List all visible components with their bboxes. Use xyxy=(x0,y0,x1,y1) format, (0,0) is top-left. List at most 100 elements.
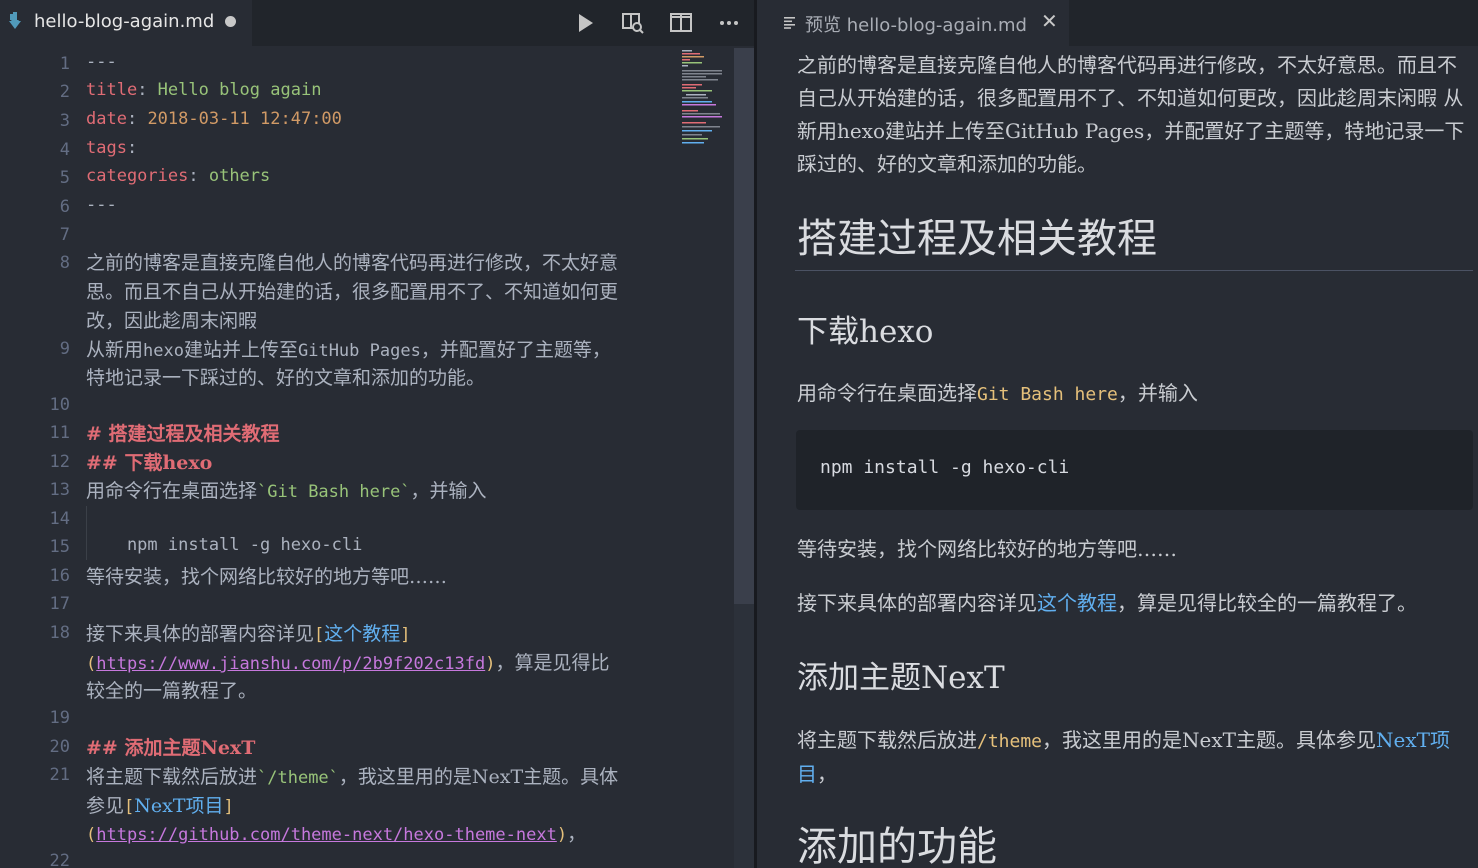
preview-tab-bar: 预览 hello-blog-again.md ✕ xyxy=(757,0,1478,46)
minimap[interactable] xyxy=(680,48,734,148)
frontmatter-delimiter: --- xyxy=(86,52,117,72)
editor-scrollbar[interactable] xyxy=(734,48,754,868)
line-number: 8 xyxy=(59,253,70,273)
text: hexo xyxy=(143,341,184,361)
preview-doc-icon xyxy=(784,17,795,29)
paren: ) xyxy=(556,825,568,845)
code-line-11-heading: # 搭建过程及相关教程 xyxy=(86,423,280,445)
code-line-9a: 从新用hexo建站并上传至GitHub Pages，并配置好了主题等， xyxy=(86,335,611,362)
text: ，并配置好了主题等， xyxy=(420,339,611,361)
frontmatter-value: 2018-03-11 12:47:00 xyxy=(147,109,342,129)
colon: : xyxy=(137,80,158,100)
code-line-1: --- xyxy=(86,52,117,72)
line-number: 21 xyxy=(49,765,70,785)
code-line-18c: 较全的一篇教程了。 xyxy=(86,680,258,702)
inline-code: /theme xyxy=(977,731,1043,752)
line-number: 4 xyxy=(59,140,70,160)
code-line-12-heading: ## 下载hexo xyxy=(86,452,213,474)
editor-scrollbar-thumb[interactable] xyxy=(734,48,754,604)
text: 用命令行在桌面选择 xyxy=(797,381,977,405)
text: 从新用 xyxy=(86,339,144,361)
inline-code: `Git Bash here` xyxy=(257,482,411,502)
preview-paragraph-wait: 等待安装，找个网络比较好的地方等吧…… xyxy=(797,537,1177,561)
link-text[interactable]: NexT项目 xyxy=(134,795,223,817)
editor-tab[interactable]: hello-blog-again.md xyxy=(0,0,252,46)
bracket: ] xyxy=(223,797,234,817)
open-preview-icon[interactable] xyxy=(620,10,646,36)
link-text[interactable]: 这个教程 xyxy=(324,623,400,645)
preview-paragraph-intro: 之前的博客是直接克隆自他人的博客代码再进行修改，不太好意思。而且不自己从开始建的… xyxy=(797,53,1465,176)
text: ， xyxy=(567,823,587,845)
code-line-16: 等待安装，找个网络比较好的地方等吧…… xyxy=(86,566,448,588)
inline-code: Git Bash here xyxy=(977,384,1118,405)
paren: ( xyxy=(86,825,97,845)
text: GitHub Pages xyxy=(297,341,421,361)
line-number: 20 xyxy=(49,737,70,757)
frontmatter-value: others xyxy=(208,166,271,186)
code-line-8a: 之前的博客是直接克隆自他人的博客代码再进行修改，不太好意 xyxy=(86,252,619,274)
link-url[interactable]: https://www.jianshu.com/p/2b9f202c13fd xyxy=(96,654,485,674)
line-number: 1 xyxy=(59,54,70,74)
text: ，并输入 xyxy=(410,480,487,502)
code-line-3: date: 2018-03-11 12:47:00 xyxy=(86,109,342,129)
code-block-text: npm install -g hexo-cli xyxy=(820,457,1070,478)
close-icon[interactable]: ✕ xyxy=(1041,9,1058,33)
code-line-9b: 特地记录一下踩过的、好的文章和添加的功能。 xyxy=(86,367,486,389)
preview-tab-title: 预览 hello-blog-again.md xyxy=(805,15,1027,36)
line-number: 22 xyxy=(49,851,70,868)
preview-paragraph-deploy: 接下来具体的部署内容详见这个教程，算是见得比较全的一篇教程了。 xyxy=(797,587,1473,620)
text: ， xyxy=(817,762,837,786)
code-line-15: npm install -g hexo-cli xyxy=(86,535,363,555)
text: 用命令行在桌面选择 xyxy=(86,480,258,502)
text: ，我这里用的是NexT主题。具体参见 xyxy=(1042,728,1376,752)
line-number: 7 xyxy=(59,225,70,245)
text: ，我这里用的是NexT主题。具体 xyxy=(338,766,619,788)
line-number: 19 xyxy=(49,708,70,728)
code-line-2: title: Hello blog again xyxy=(86,80,321,100)
editor-tab-bar: hello-blog-again.md xyxy=(0,0,756,46)
line-number: 12 xyxy=(49,452,70,472)
line-number: 3 xyxy=(59,111,70,131)
bracket: [ xyxy=(124,797,135,817)
line-number: 13 xyxy=(49,480,70,500)
line-number: 18 xyxy=(49,623,70,643)
text: ，算是见得比较全的一篇教程了。 xyxy=(1117,591,1417,615)
paren: ( xyxy=(86,654,97,674)
run-icon[interactable] xyxy=(572,10,598,36)
code-line-20-heading: ## 添加主题NexT xyxy=(86,737,256,759)
tutorial-link[interactable]: 这个教程 xyxy=(1037,591,1117,615)
text: 建站并上传至 xyxy=(183,339,298,361)
line-number: 11 xyxy=(49,423,70,443)
line-number: 5 xyxy=(59,168,70,188)
preview-tab[interactable]: 预览 hello-blog-again.md ✕ xyxy=(757,0,1069,46)
inline-code: `/theme` xyxy=(257,768,339,788)
preview-pane[interactable]: 预览 hello-blog-again.md ✕ 之前的博客是直接克隆自他人的博… xyxy=(757,0,1478,868)
code-line-5: categories: others xyxy=(86,166,270,186)
code-line-13: 用命令行在桌面选择`Git Bash here`，并输入 xyxy=(86,476,487,503)
frontmatter-value: Hello blog again xyxy=(157,80,322,100)
code-line-21c: (https://github.com/theme-next/hexo-them… xyxy=(86,819,586,846)
split-editor-icon[interactable] xyxy=(668,10,694,36)
colon: : xyxy=(126,109,148,129)
code-line-18b: (https://www.jianshu.com/p/2b9f202c13fd)… xyxy=(86,648,609,675)
line-number: 9 xyxy=(59,339,70,359)
heading-rule xyxy=(795,270,1473,271)
line-number: 17 xyxy=(49,594,70,614)
line-number: 2 xyxy=(59,82,70,102)
bracket: ] xyxy=(400,625,411,645)
code-line-8b: 思。而且不自己从开始建的话，很多配置用不了、不知道如何更 xyxy=(86,281,619,303)
frontmatter-key: date xyxy=(86,109,127,129)
preview-heading-setup: 搭建过程及相关教程 xyxy=(797,216,1157,262)
code-line-21b: 参见[NexT项目] xyxy=(86,791,234,818)
preview-heading-theme: 添加主题NexT xyxy=(797,660,1005,696)
code-line-18a: 接下来具体的部署内容详见[这个教程] xyxy=(86,619,411,646)
editor-pane[interactable]: hello-blog-again.md 1 2 3 4 5 6 7 8 9 10… xyxy=(0,0,756,868)
more-actions-icon[interactable] xyxy=(716,10,742,36)
text: 将主题下载然后放进 xyxy=(86,766,258,788)
line-number: 16 xyxy=(49,566,70,586)
preview-paragraph-command: 用命令行在桌面选择Git Bash here，并输入 xyxy=(797,377,1473,411)
preview-code-block: npm install -g hexo-cli xyxy=(796,430,1473,510)
code-line-21a: 将主题下载然后放进`/theme`，我这里用的是NexT主题。具体 xyxy=(86,762,618,789)
link-url[interactable]: https://github.com/theme-next/hexo-theme… xyxy=(96,825,557,845)
text: ，算是见得比 xyxy=(495,652,610,674)
